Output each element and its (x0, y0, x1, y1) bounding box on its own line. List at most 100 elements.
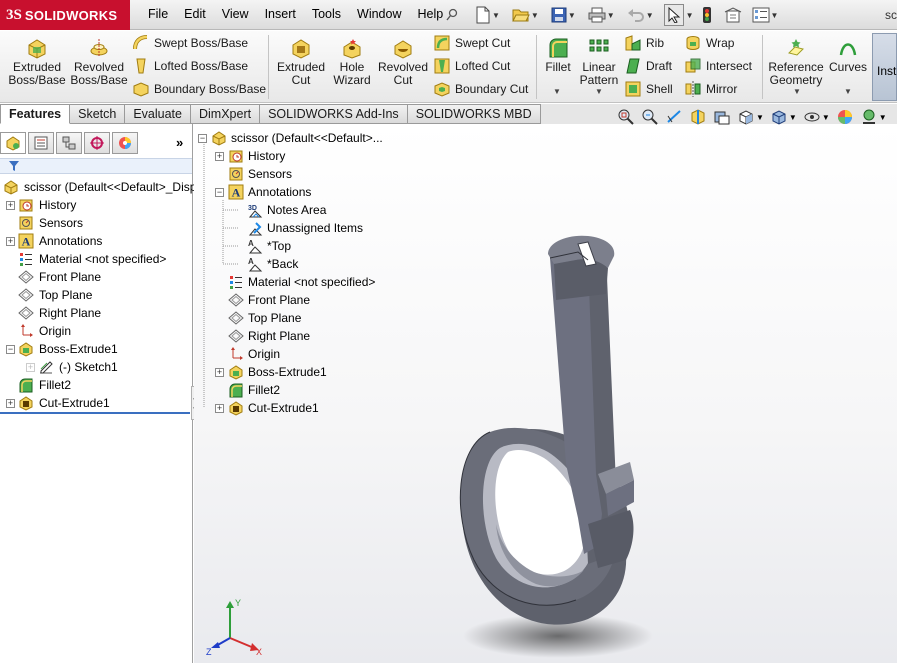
tree-item-boss-extrude[interactable]: − Boss-Extrude1 (6, 340, 118, 358)
expand-icon[interactable]: + (215, 403, 224, 413)
open-icon[interactable]: ▼ (510, 4, 541, 26)
flyout-item-right-plane[interactable]: Right Plane (227, 327, 310, 345)
dimxpert-manager-icon[interactable] (84, 132, 110, 154)
tree-item-front-plane[interactable]: Front Plane (17, 268, 101, 286)
fillet-dropdown-icon[interactable]: ▼ (553, 87, 561, 96)
menu-edit[interactable]: Edit (176, 7, 214, 21)
extruded-cut-button[interactable]: Extruded Cut (274, 37, 328, 87)
expand-icon[interactable]: + (6, 398, 15, 408)
file-properties-icon[interactable] (722, 4, 744, 26)
boundary-cut-button[interactable]: Boundary Cut (433, 80, 528, 98)
graphics-area[interactable]: − scissor (Default<<Default>... + Histor… (194, 124, 897, 663)
flyout-item-material[interactable]: Material <not specified> (227, 273, 375, 291)
filter-icon[interactable] (8, 160, 20, 175)
tab-evaluate[interactable]: Evaluate (125, 104, 191, 124)
flyout-item-back-view[interactable]: A *Back (246, 255, 298, 273)
select-dropdown-icon[interactable]: ▼ (686, 11, 694, 20)
tree-item-top-plane[interactable]: Top Plane (17, 286, 92, 304)
options-icon[interactable]: ▼ (750, 4, 781, 26)
mirror-button[interactable]: Mirror (684, 80, 737, 98)
display-style-icon[interactable]: ▼ (770, 108, 797, 126)
edit-appearance-icon[interactable] (836, 108, 854, 126)
revolved-boss-button[interactable]: Revolved Boss/Base (70, 37, 128, 87)
swept-cut-button[interactable]: Swept Cut (433, 34, 510, 52)
menu-window[interactable]: Window (349, 7, 409, 21)
tab-mbd[interactable]: SOLIDWORKS MBD (407, 104, 541, 124)
feature-manager-icon[interactable] (0, 132, 26, 154)
zoom-to-area-icon[interactable] (641, 108, 659, 126)
boundary-boss-button[interactable]: Boundary Boss/Base (132, 80, 266, 98)
select-icon[interactable] (663, 4, 684, 26)
hole-wizard-button[interactable]: Hole Wizard (328, 37, 376, 87)
flyout-item-fillet[interactable]: Fillet2 (227, 381, 280, 399)
tree-item-cut-extrude[interactable]: + Cut-Extrude1 (6, 394, 110, 412)
rib-button[interactable]: Rib (624, 34, 664, 52)
expand-icon[interactable]: + (215, 151, 224, 161)
hide-show-items-icon[interactable]: ▼ (803, 108, 830, 126)
display-manager-icon[interactable] (112, 132, 138, 154)
swept-boss-button[interactable]: Swept Boss/Base (132, 34, 248, 52)
print-icon[interactable]: ▼ (586, 4, 617, 26)
more-tabs-icon[interactable]: » (176, 135, 183, 150)
wrap-button[interactable]: Wrap (684, 34, 734, 52)
previous-view-icon[interactable] (665, 108, 683, 126)
solidworks-logo[interactable]: 3S SOLIDWORKS (0, 0, 130, 30)
linear-pattern-button[interactable]: Linear Pattern (578, 37, 620, 87)
zoom-to-fit-icon[interactable] (617, 108, 635, 126)
tab-addins[interactable]: SOLIDWORKS Add-Ins (260, 104, 408, 124)
configuration-manager-icon[interactable] (56, 132, 82, 154)
tree-item-sketch[interactable]: + (-) Sketch1 (26, 358, 118, 376)
tree-item-material[interactable]: Material <not specified> (17, 250, 166, 268)
instant3d-button[interactable]: Inst (872, 33, 897, 101)
extruded-boss-button[interactable]: Extruded Boss/Base (8, 37, 66, 87)
flyout-item-unassigned[interactable]: Unassigned Items (246, 219, 363, 237)
collapse-icon[interactable]: − (198, 133, 207, 143)
tab-features[interactable]: Features (0, 104, 71, 124)
tree-item-annotations[interactable]: + A Annotations (6, 232, 102, 250)
tree-item-sensors[interactable]: Sensors (17, 214, 83, 232)
flyout-item-history[interactable]: + History (215, 147, 285, 165)
expand-icon[interactable]: + (26, 362, 35, 372)
dynamic-annotation-icon[interactable] (713, 108, 731, 126)
flyout-item-top-view[interactable]: A *Top (246, 237, 291, 255)
expand-icon[interactable]: + (6, 236, 15, 246)
rollback-bar[interactable] (0, 412, 190, 414)
tree-root[interactable]: scissor (Default<<Default>_Disp (2, 178, 196, 196)
pattern-dropdown-icon[interactable]: ▼ (595, 87, 603, 96)
rebuild-icon[interactable] (700, 4, 714, 26)
tree-item-right-plane[interactable]: Right Plane (17, 304, 101, 322)
flyout-tree-root[interactable]: − scissor (Default<<Default>... (198, 129, 383, 147)
shell-button[interactable]: Shell (624, 80, 673, 98)
menu-view[interactable]: View (214, 7, 257, 21)
expand-icon[interactable]: + (6, 200, 15, 210)
flyout-item-annotations[interactable]: − A Annotations (215, 183, 311, 201)
menu-file[interactable]: File (140, 7, 176, 21)
view-orientation-icon[interactable]: ▼ (737, 108, 764, 126)
revolved-cut-button[interactable]: Revolved Cut (376, 37, 430, 87)
menu-tools[interactable]: Tools (304, 7, 349, 21)
flyout-item-front-plane[interactable]: Front Plane (227, 291, 310, 309)
flyout-item-boss-extrude[interactable]: + Boss-Extrude1 (215, 363, 327, 381)
undo-icon[interactable]: ▼ (625, 4, 656, 26)
fillet-button[interactable]: Fillet (540, 37, 576, 74)
tree-item-history[interactable]: + History (6, 196, 76, 214)
reference-geometry-button[interactable]: Reference Geometry (766, 37, 826, 87)
tab-sketch[interactable]: Sketch (70, 104, 126, 124)
tree-item-origin[interactable]: Origin (17, 322, 71, 340)
flyout-item-top-plane[interactable]: Top Plane (227, 309, 301, 327)
collapse-icon[interactable]: − (6, 344, 15, 354)
lofted-boss-button[interactable]: Lofted Boss/Base (132, 57, 248, 75)
new-document-icon[interactable]: ▼ (473, 4, 502, 26)
flyout-item-cut-extrude[interactable]: + Cut-Extrude1 (215, 399, 319, 417)
tab-dimxpert[interactable]: DimXpert (190, 104, 261, 124)
flyout-item-notes-area[interactable]: 3D Notes Area (246, 201, 326, 219)
collapse-icon[interactable]: − (215, 187, 224, 197)
flyout-item-sensors[interactable]: Sensors (227, 165, 292, 183)
save-icon[interactable]: ▼ (549, 4, 578, 26)
pin-icon[interactable] (443, 4, 461, 26)
tree-filter-bar[interactable] (0, 158, 192, 174)
curves-dropdown-icon[interactable]: ▼ (844, 87, 852, 96)
draft-button[interactable]: Draft (624, 57, 672, 75)
apply-scene-icon[interactable]: ▼ (860, 108, 887, 126)
property-manager-icon[interactable] (28, 132, 54, 154)
